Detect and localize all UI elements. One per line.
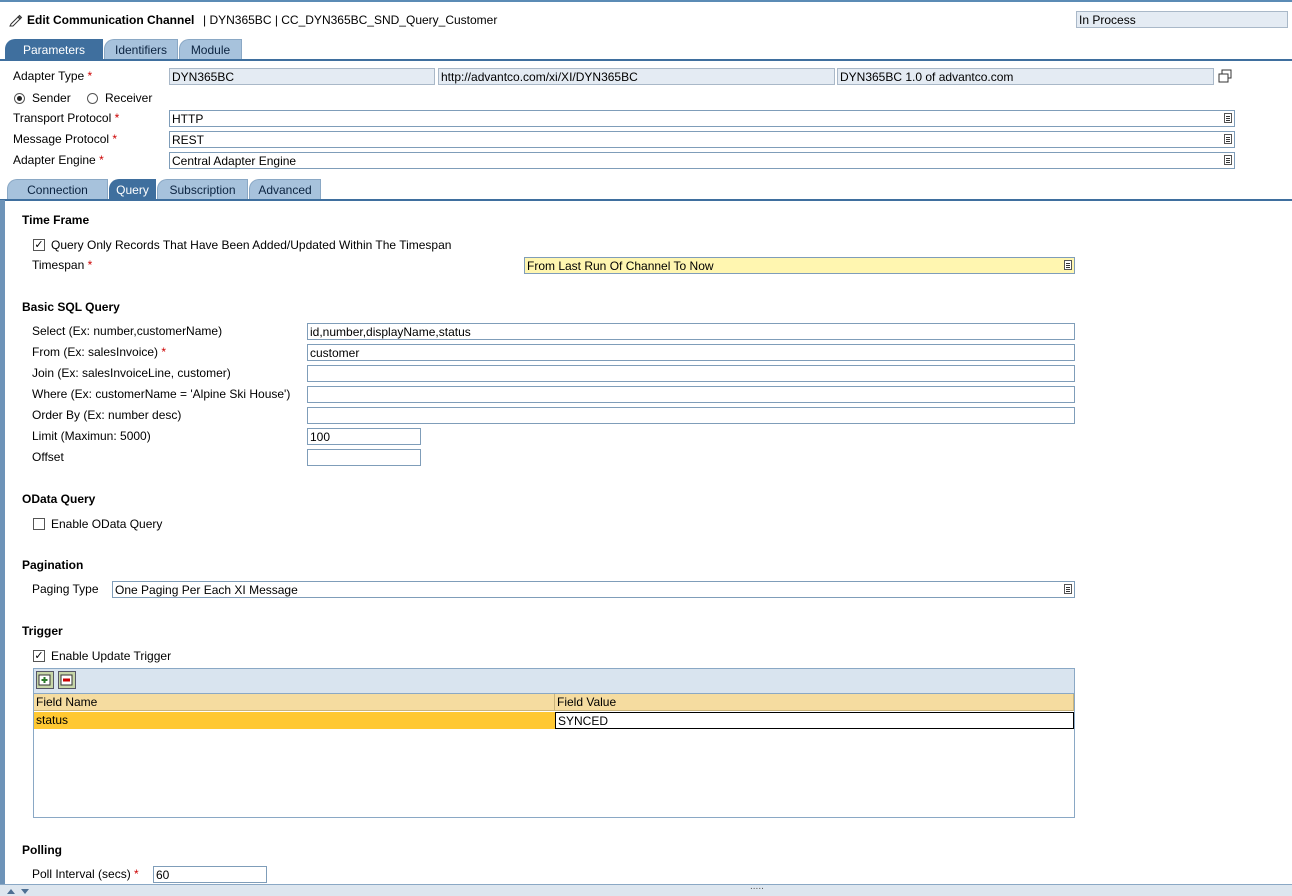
channel-path: | DYN365BC | CC_DYN365BC_SND_Query_Custo… [203,13,498,27]
message-protocol-select[interactable]: REST [169,131,1235,148]
table-row-field-value[interactable]: SYNCED [555,712,1074,729]
update-trigger-label: Enable Update Trigger [51,649,172,663]
table-row-field-name[interactable]: status [34,712,555,729]
polling-heading: Polling [22,843,62,857]
column-header-field-name[interactable]: Field Name [34,694,555,711]
join-input[interactable] [307,365,1075,382]
receiver-radio[interactable] [87,93,98,104]
limit-label: Limit (Maximun: 5000) [32,429,151,443]
splitter-grip[interactable]: ..... [750,881,764,892]
limit-input[interactable]: 100 [307,428,421,445]
pagination-heading: Pagination [22,558,84,572]
where-label: Where (Ex: customerName = 'Alpine Ski Ho… [32,387,291,401]
tab-module[interactable]: Module [179,39,242,59]
offset-label: Offset [32,450,64,464]
tab-parameters[interactable]: Parameters [5,39,103,59]
tab-identifiers[interactable]: Identifiers [104,39,178,59]
sub-tabstrip: Connection Query Subscription Advanced [0,179,1292,199]
timespan-checkbox[interactable]: ✓ [33,239,45,251]
update-trigger-checkbox[interactable]: ✓ [33,650,45,662]
timespan-label: Timespan * [32,258,93,272]
adapter-type-label: Adapter Type * [13,69,93,83]
delete-row-button[interactable] [58,671,76,689]
sender-radio[interactable] [14,93,25,104]
dropdown-icon [1224,113,1232,123]
select-input[interactable]: id,number,displayName,status [307,323,1075,340]
edit-pencil-icon [9,14,23,27]
column-header-field-value[interactable]: Field Value [555,694,1074,711]
timespan-checkbox-label: Query Only Records That Have Been Added/… [51,238,452,252]
scroll-rail [0,200,5,890]
adapter-engine-label: Adapter Engine * [13,153,104,167]
dropdown-icon [1064,260,1072,270]
from-input[interactable]: customer [307,344,1075,361]
transport-protocol-label: Transport Protocol * [13,111,120,125]
main-tabstrip: Parameters Identifiers Module [0,39,1292,59]
odata-checkbox[interactable] [33,518,45,530]
delete-row-icon [60,674,73,686]
status-field: In Process [1076,11,1288,28]
dropdown-icon [1224,134,1232,144]
trigger-table: Field Name Field Value status SYNCED [33,668,1075,818]
tab-advanced[interactable]: Advanced [249,179,321,199]
title-bar: Edit Communication Channel | DYN365BC | … [0,0,1292,38]
tab-connection[interactable]: Connection [7,179,108,199]
time-frame-heading: Time Frame [22,213,90,227]
from-label: From (Ex: salesInvoice) * [32,345,167,359]
dropdown-icon [1224,155,1232,165]
timespan-select[interactable]: From Last Run Of Channel To Now [524,257,1075,274]
open-window-icon[interactable] [1218,69,1233,84]
trigger-heading: Trigger [22,624,63,638]
transport-protocol-select[interactable]: HTTP [169,110,1235,127]
dropdown-icon [1064,584,1072,594]
receiver-label: Receiver [105,91,153,105]
paging-type-label: Paging Type [32,582,99,596]
tab-subscription[interactable]: Subscription [157,179,248,199]
join-label: Join (Ex: salesInvoiceLine, customer) [32,366,231,380]
tab-query[interactable]: Query [109,179,156,199]
adapter-type-field[interactable]: DYN365BC [169,68,435,85]
adapter-swcv-field: DYN365BC 1.0 of advantco.com [837,68,1214,85]
where-input[interactable] [307,386,1075,403]
select-label: Select (Ex: number,customerName) [32,324,223,338]
odata-heading: OData Query [22,492,96,506]
main-tab-underline [0,59,1292,61]
paging-type-select[interactable]: One Paging Per Each XI Message [112,581,1075,598]
bottom-splitter[interactable]: ..... [0,881,1292,896]
add-row-icon [38,674,51,686]
poll-interval-label: Poll Interval (secs) * [32,867,139,881]
sender-label: Sender [32,91,71,105]
collapse-arrows-icon[interactable] [6,887,36,895]
poll-interval-input[interactable]: 60 [153,866,267,883]
odata-checkbox-label: Enable OData Query [51,517,163,531]
add-row-button[interactable] [36,671,54,689]
message-protocol-label: Message Protocol * [13,132,118,146]
order-by-input[interactable] [307,407,1075,424]
adapter-namespace-field: http://advantco.com/xi/XI/DYN365BC [438,68,835,85]
sql-heading: Basic SQL Query [22,300,120,314]
order-by-label: Order By (Ex: number desc) [32,408,182,422]
offset-input[interactable] [307,449,421,466]
page-title: Edit Communication Channel [27,13,195,27]
adapter-engine-select[interactable]: Central Adapter Engine [169,152,1235,169]
sub-tab-underline [0,199,1292,201]
table-toolbar [34,669,1074,694]
